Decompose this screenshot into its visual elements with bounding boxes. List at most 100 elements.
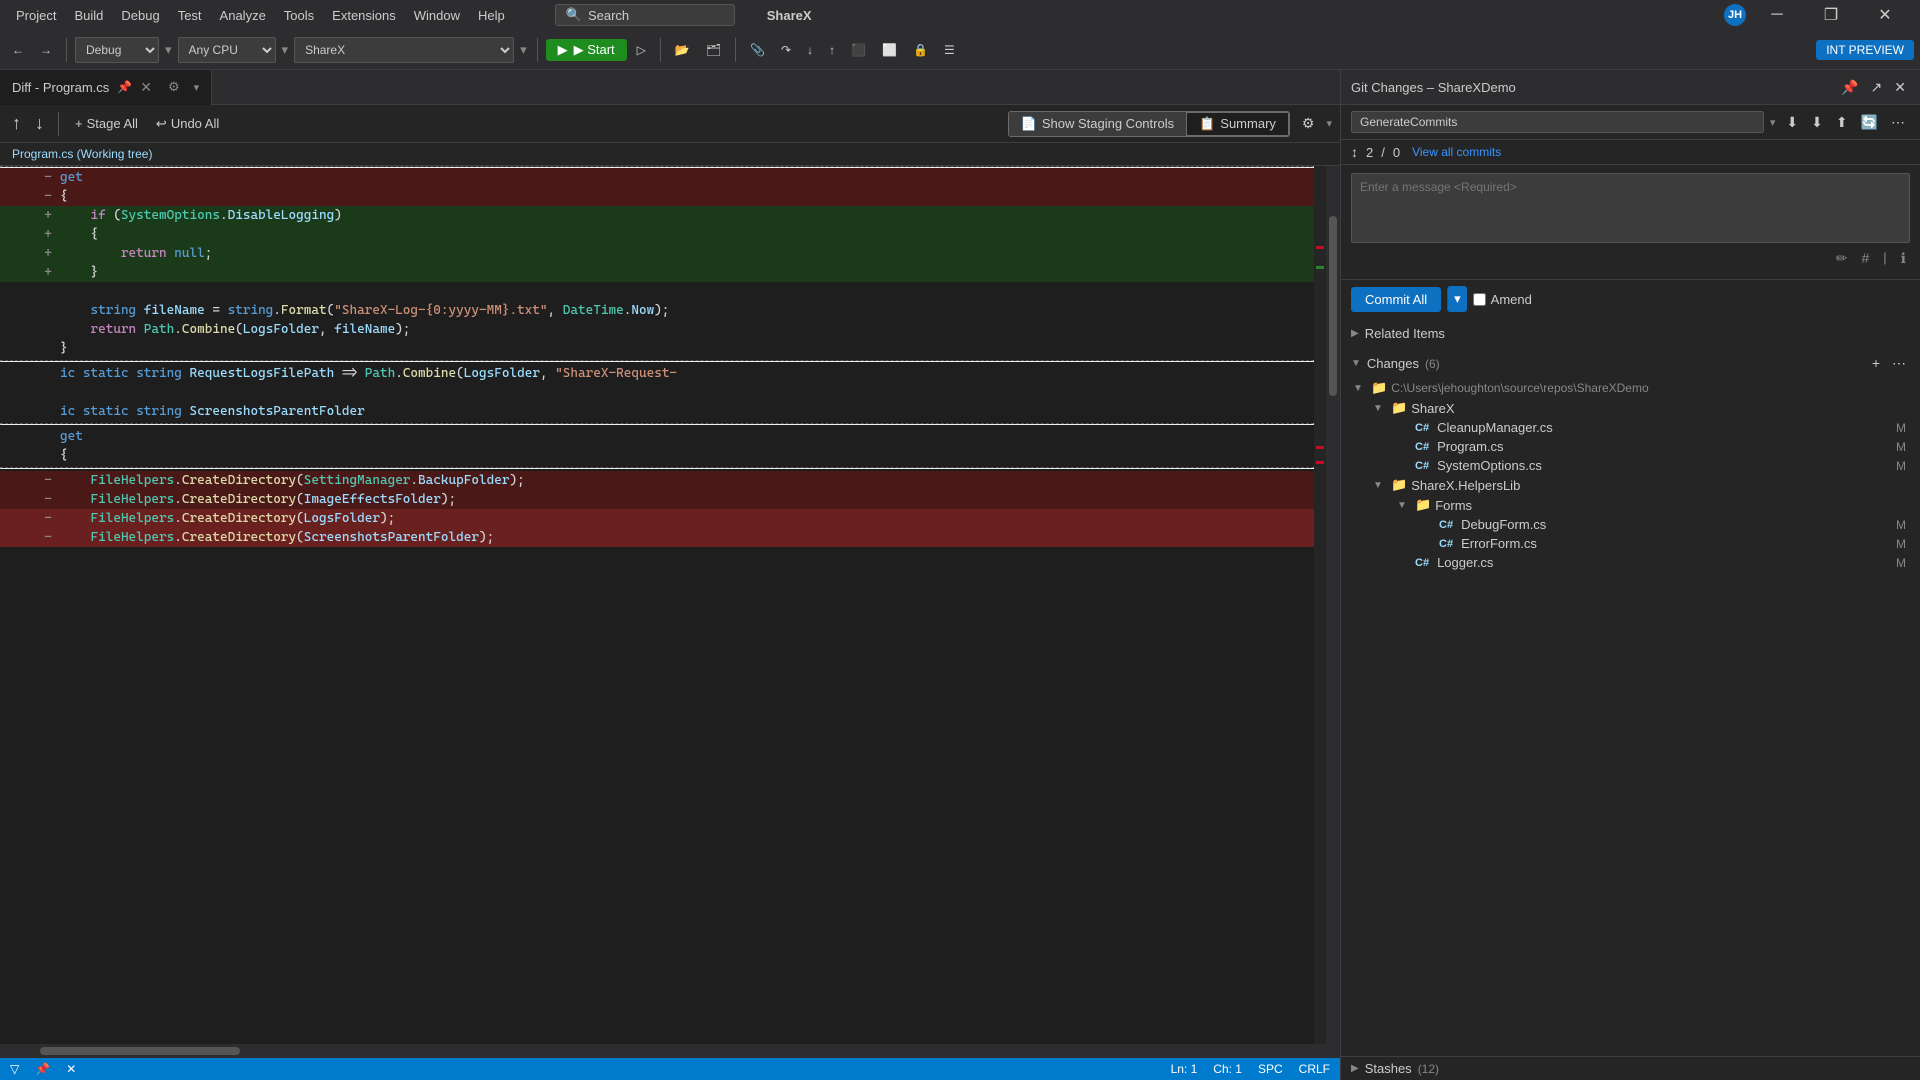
int-preview-button[interactable]: INT PREVIEW (1816, 40, 1914, 60)
solution-explorer-icon[interactable]: 🗂 (700, 40, 727, 60)
tree-node-logger[interactable]: C# Logger.cs M (1345, 553, 1916, 572)
title-search[interactable]: 🔍 Search (555, 4, 735, 26)
nav-prev-button[interactable]: ↑ (8, 111, 25, 136)
tree-node-forms[interactable]: ▼ 📁 Forms (1345, 495, 1916, 515)
pin-status-icon[interactable]: 📌 (35, 1062, 50, 1076)
h-scrollbar-thumb[interactable] (40, 1047, 240, 1055)
toolbar-icon-7[interactable]: 🔒 (907, 40, 934, 60)
related-items-header[interactable]: ▶ Related Items (1351, 324, 1910, 343)
branch-more-icon[interactable]: ⋯ (1886, 112, 1910, 133)
git-panel-pin-icon[interactable]: 📌 (1837, 77, 1862, 98)
menu-tools[interactable]: Tools (276, 4, 322, 27)
message-actions: ✏ # | ℹ (1351, 246, 1910, 271)
more-changes-icon[interactable]: ⋯ (1888, 353, 1910, 374)
stashes-arrow-icon: ▶ (1351, 1063, 1359, 1074)
toolbar-icon-8[interactable]: ☰ (938, 40, 961, 60)
tree-node-sharex[interactable]: ▼ 📁 ShareX (1345, 398, 1916, 418)
title-bar: Project Build Debug Test Analyze Tools E… (0, 0, 1920, 30)
summary-tab[interactable]: 📋 Summary (1186, 112, 1289, 136)
menu-analyze[interactable]: Analyze (212, 4, 274, 27)
tab-chevron-icon[interactable]: ▾ (194, 81, 200, 94)
horizontal-scrollbar[interactable] (0, 1044, 1340, 1058)
menu-test[interactable]: Test (170, 4, 210, 27)
open-folder-icon[interactable]: 📂 (669, 40, 696, 60)
cpu-config-select[interactable]: Any CPU (178, 37, 276, 63)
push-icon[interactable]: ⬆ (1831, 112, 1853, 133)
toolbar-icon-4[interactable]: ↑ (823, 40, 841, 60)
code-line: + if (SystemOptions.DisableLogging) (0, 206, 1314, 225)
tree-node-program[interactable]: C# Program.cs M (1345, 437, 1916, 456)
forms-folder-icon: 📁 (1415, 497, 1431, 513)
menu-build[interactable]: Build (66, 4, 111, 27)
add-changes-icon[interactable]: + (1868, 353, 1884, 374)
stage-all-button[interactable]: + Stage All (69, 113, 144, 134)
amend-checkbox-group: Amend (1473, 292, 1532, 307)
menu-debug[interactable]: Debug (113, 4, 167, 27)
tab-settings-icon[interactable]: ⚙ (168, 79, 180, 95)
nav-next-button[interactable]: ↓ (31, 111, 48, 136)
debug-config-select[interactable]: Debug (75, 37, 159, 63)
commit-dropdown-button[interactable]: ▾ (1447, 286, 1467, 312)
minimize-button[interactable]: ─ (1754, 0, 1800, 30)
format-icon[interactable]: # (1857, 248, 1873, 269)
forward-button[interactable]: → (34, 40, 58, 60)
branch-select[interactable]: GenerateCommits (1351, 111, 1764, 133)
stashes-section-header[interactable]: ▶ Stashes (12) (1341, 1056, 1920, 1080)
restore-button[interactable]: ❐ (1808, 0, 1854, 30)
view-all-commits-link[interactable]: View all commits (1412, 145, 1501, 159)
pin-icon[interactable]: 📌 (117, 80, 132, 94)
cs-file-icon: C# (1415, 422, 1429, 434)
pull-icon[interactable]: ⬇ (1806, 112, 1828, 133)
main-toolbar: ← → Debug ▾ Any CPU ▾ ShareX ▾ ▶ ▶ Start… (0, 30, 1920, 70)
vertical-scrollbar[interactable] (1326, 166, 1340, 1044)
git-panel-close-icon[interactable]: ✕ (1890, 77, 1910, 98)
info-icon[interactable]: ℹ (1897, 248, 1910, 269)
project-select[interactable]: ShareX (294, 37, 514, 63)
git-panel-popout-icon[interactable]: ↗ (1867, 77, 1887, 98)
code-content[interactable]: - get - { + if (SystemOptions.DisableLog… (0, 166, 1314, 1044)
minimize-icon[interactable]: ▽ (10, 1062, 19, 1076)
tree-node-helperslib[interactable]: ▼ 📁 ShareX.HelpersLib (1345, 475, 1916, 495)
tree-node-systemoptions[interactable]: C# SystemOptions.cs M (1345, 456, 1916, 475)
undo-all-button[interactable]: ↩ Undo All (150, 113, 225, 135)
summary-icon: 📋 (1199, 116, 1215, 132)
back-button[interactable]: ← (6, 40, 30, 60)
step-over-icon[interactable]: ↷ (775, 40, 797, 60)
menu-help[interactable]: Help (470, 4, 513, 27)
menu-window[interactable]: Window (406, 4, 468, 27)
toolbar-icon-6[interactable]: ⬜ (876, 40, 903, 60)
amend-checkbox[interactable] (1473, 293, 1486, 306)
main-area: Diff - Program.cs 📌 ✕ ⚙ ▾ ↑ ↓ + Stage Al… (0, 70, 1920, 1080)
attach-icon[interactable]: 📎 (744, 40, 771, 60)
tree-node-debugform[interactable]: C# DebugForm.cs M (1345, 515, 1916, 534)
commit-message-input[interactable] (1351, 173, 1910, 243)
changes-section-header[interactable]: ▼ Changes (6) + ⋯ (1341, 349, 1920, 378)
toolbar-icon-5[interactable]: ⬛ (845, 40, 872, 60)
git-panel-actions: 📌 ↗ ✕ (1837, 77, 1910, 98)
menu-project[interactable]: Project (8, 4, 64, 27)
commit-all-button[interactable]: Commit All (1351, 287, 1441, 312)
scrollbar-thumb[interactable] (1329, 216, 1337, 396)
fetch-icon[interactable]: ⬇ (1781, 112, 1803, 133)
diff-chevron-icon[interactable]: ▾ (1326, 117, 1332, 130)
show-staging-tab[interactable]: 📄 Show Staging Controls (1009, 112, 1186, 136)
code-line: get (0, 427, 1314, 446)
menu-extensions[interactable]: Extensions (324, 4, 404, 27)
tree-node-cleanup[interactable]: C# CleanupManager.cs M (1345, 418, 1916, 437)
start-button[interactable]: ▶ ▶ Start (546, 39, 627, 61)
tree-node-errorform[interactable]: C# ErrorForm.cs M (1345, 534, 1916, 553)
close-button[interactable]: ✕ (1862, 0, 1908, 30)
run-without-debug-button[interactable]: ▷ (631, 40, 652, 60)
code-status-bar: ▽ 📌 ✕ Ln: 1 Ch: 1 SPC CRLF (0, 1058, 1340, 1080)
spell-check-icon[interactable]: ✏ (1832, 248, 1852, 269)
close-status-icon[interactable]: ✕ (66, 1062, 76, 1076)
tree-node-repo[interactable]: ▼ 📁 C:\Users\jehoughton\source\repos\Sha… (1345, 378, 1916, 398)
diff-tab[interactable]: Diff - Program.cs 📌 ✕ ⚙ ▾ (0, 70, 212, 105)
sync-icon[interactable]: 🔄 (1856, 112, 1883, 133)
diff-settings-icon[interactable]: ⚙ (1296, 112, 1321, 135)
cs-file-icon-5: C# (1439, 538, 1453, 550)
step-into-icon[interactable]: ↓ (801, 40, 819, 60)
app-name: ShareX (767, 8, 812, 23)
sharex-folder-icon: 📁 (1391, 400, 1407, 416)
close-tab-icon[interactable]: ✕ (140, 79, 152, 96)
